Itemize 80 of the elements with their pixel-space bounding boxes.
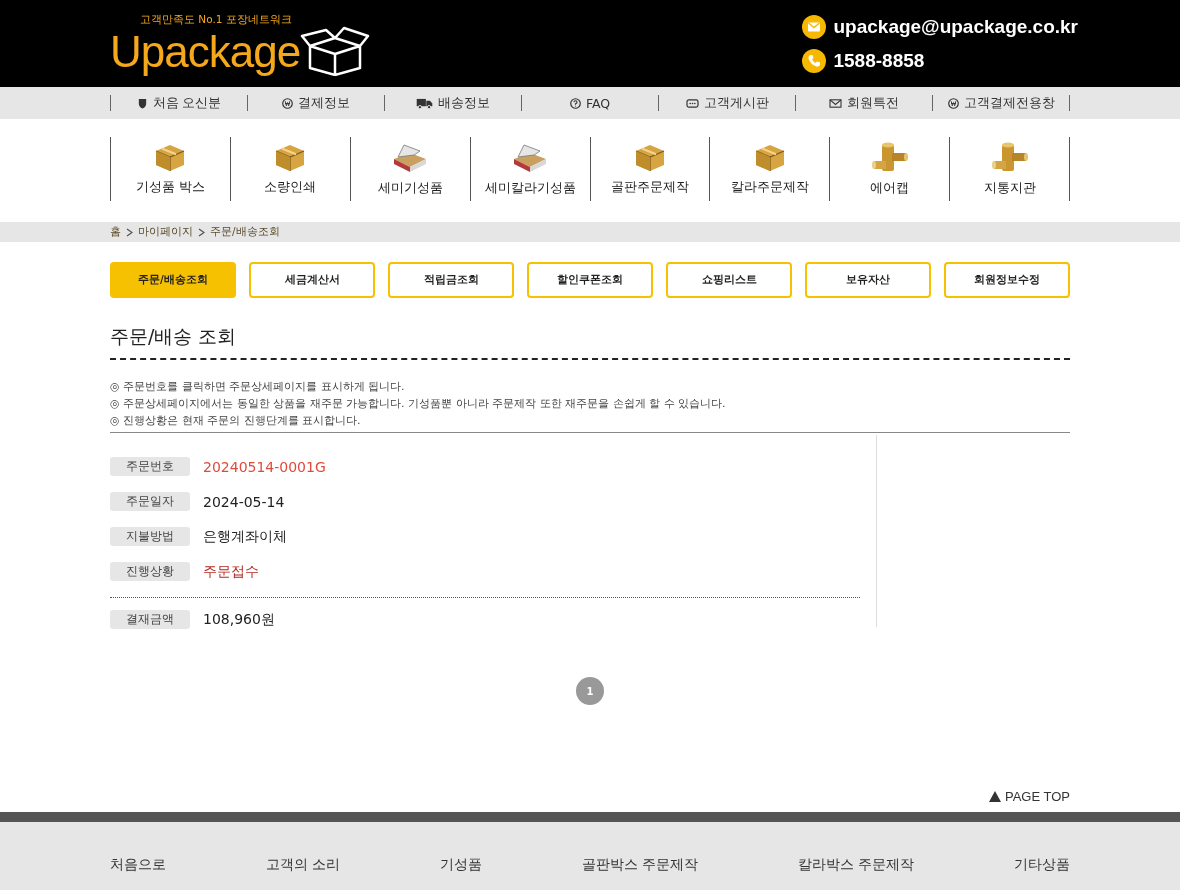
category-label: 지통지관 xyxy=(983,179,1036,197)
top-nav-link[interactable]: 처음 오신분 xyxy=(111,95,248,111)
page-top-link[interactable]: PAGE TOP xyxy=(1004,789,1070,804)
category-label: 기성품 박스 xyxy=(135,178,205,196)
tab[interactable]: 보유자산 xyxy=(805,262,931,298)
breadcrumb-separator-icon xyxy=(126,227,133,237)
field-label: 지불방법 xyxy=(110,527,190,546)
category-link[interactable]: 세미칼라기성품 xyxy=(470,137,591,201)
category-link[interactable]: 칼라주문제작 xyxy=(710,137,831,201)
chat-icon xyxy=(685,97,699,109)
top-nav-link[interactable]: 결제정보 xyxy=(248,95,385,111)
triangle-up-icon xyxy=(988,791,1001,802)
category-link[interactable]: 골판주문제작 xyxy=(590,137,711,201)
footer-heading: 고객의 소리 xyxy=(265,856,341,874)
breadcrumb-link[interactable]: 마이페이지 xyxy=(138,225,193,239)
breadcrumb-separator-icon xyxy=(198,227,205,237)
breadcrumb-link[interactable]: 홈 xyxy=(110,225,121,239)
footer-heading: 칼라박스 주문제작 xyxy=(797,856,915,874)
category-link[interactable]: 세미기성품 xyxy=(350,137,471,201)
tab[interactable]: 세금계산서 xyxy=(249,262,375,298)
field-label: 결재금액 xyxy=(110,610,190,629)
category-link[interactable]: 소량인쇄 xyxy=(230,137,351,201)
slogan: 고객만족도 No.1 포장네트워크 xyxy=(140,13,293,26)
field-label: 주문일자 xyxy=(110,492,190,511)
top-nav-label: 회원특전 xyxy=(847,94,899,112)
category-label: 세미기성품 xyxy=(377,179,443,197)
field-value: 2024-05-14 xyxy=(203,493,285,510)
footer-heading: 기성품 xyxy=(439,856,482,874)
order-number-link[interactable]: 20240514-0001G xyxy=(203,458,326,475)
help-icon xyxy=(569,97,581,109)
mail-icon xyxy=(829,97,842,109)
category-label: 세미칼라기성품 xyxy=(484,179,576,197)
category-label: 골판주문제작 xyxy=(610,178,689,196)
phone-icon xyxy=(802,48,827,73)
tab[interactable]: 주문/배송조회 xyxy=(110,262,236,298)
top-nav-link[interactable]: 회원특전 xyxy=(796,95,933,111)
logo-text[interactable]: Upackage xyxy=(110,26,301,78)
category-link[interactable]: 에어캡 xyxy=(830,137,951,201)
top-nav-label: FAQ xyxy=(585,95,611,111)
top-nav-label: 처음 오신분 xyxy=(152,94,222,112)
info-note: ◎ 진행상황은 현재 주문의 진행단계를 표시합니다. xyxy=(110,413,362,429)
category-label: 소량인쇄 xyxy=(264,178,317,196)
paper-roll-icon xyxy=(991,141,1028,173)
tab[interactable]: 적립금조회 xyxy=(388,262,514,298)
top-nav-label: 고객게시판 xyxy=(703,94,769,112)
field-value: 은행계좌이체 xyxy=(203,527,287,546)
page-title: 주문/배송 조회 xyxy=(110,324,1070,360)
won-coin-icon xyxy=(282,97,293,109)
footer-heading: 처음으로 xyxy=(110,856,166,874)
top-nav-link[interactable]: 고객결제전용창 xyxy=(933,95,1069,111)
field-label: 진행상황 xyxy=(110,562,190,581)
top-nav-label: 배송정보 xyxy=(438,94,490,112)
info-note: ◎ 주문상세페이지에서는 동일한 상품을 재주문 가능합니다. 기성품뿐 아니라 주문제작 또한 재주문을 손쉽게 할 수 있습니다. xyxy=(110,396,727,412)
info-note: ◎ 주문번호를 클릭하면 주문상세페이지를 표시하게 됩니다. xyxy=(110,379,406,395)
status-text: 주문접수 xyxy=(203,562,259,581)
field-label: 주문번호 xyxy=(110,457,190,476)
tab[interactable]: 쇼핑리스트 xyxy=(666,262,792,298)
total-amount: 108,960원 xyxy=(203,610,275,629)
tab[interactable]: 할인쿠폰조회 xyxy=(527,262,653,298)
top-nav-link[interactable]: FAQ xyxy=(522,95,659,111)
category-link[interactable]: 지통지관 xyxy=(950,137,1069,201)
mail-icon xyxy=(802,14,827,39)
open-box-icon xyxy=(300,24,371,76)
paper-roll-icon xyxy=(871,141,908,173)
tab[interactable]: 회원정보수정 xyxy=(944,262,1070,298)
category-label: 에어캡 xyxy=(870,179,910,197)
top-nav-label: 고객결제전용창 xyxy=(963,94,1055,112)
footer-heading: 골판박스 주문제작 xyxy=(581,856,699,874)
email-text: upackage@upackage.co.kr xyxy=(833,15,1078,38)
category-link[interactable]: 기성품 박스 xyxy=(111,137,231,201)
shield-icon xyxy=(136,97,148,109)
footer-heading: 기타상품 xyxy=(1013,856,1070,874)
category-label: 칼라주문제작 xyxy=(730,178,809,196)
breadcrumb-link[interactable]: 주문/배송조회 xyxy=(210,225,280,239)
truck-icon xyxy=(416,97,433,109)
top-nav-link[interactable]: 고객게시판 xyxy=(659,95,796,111)
top-nav-link[interactable]: 배송정보 xyxy=(385,95,522,111)
top-nav-label: 결제정보 xyxy=(298,94,350,112)
phone-number: 1588-8858 xyxy=(833,49,925,72)
won-coin-icon xyxy=(947,97,959,109)
